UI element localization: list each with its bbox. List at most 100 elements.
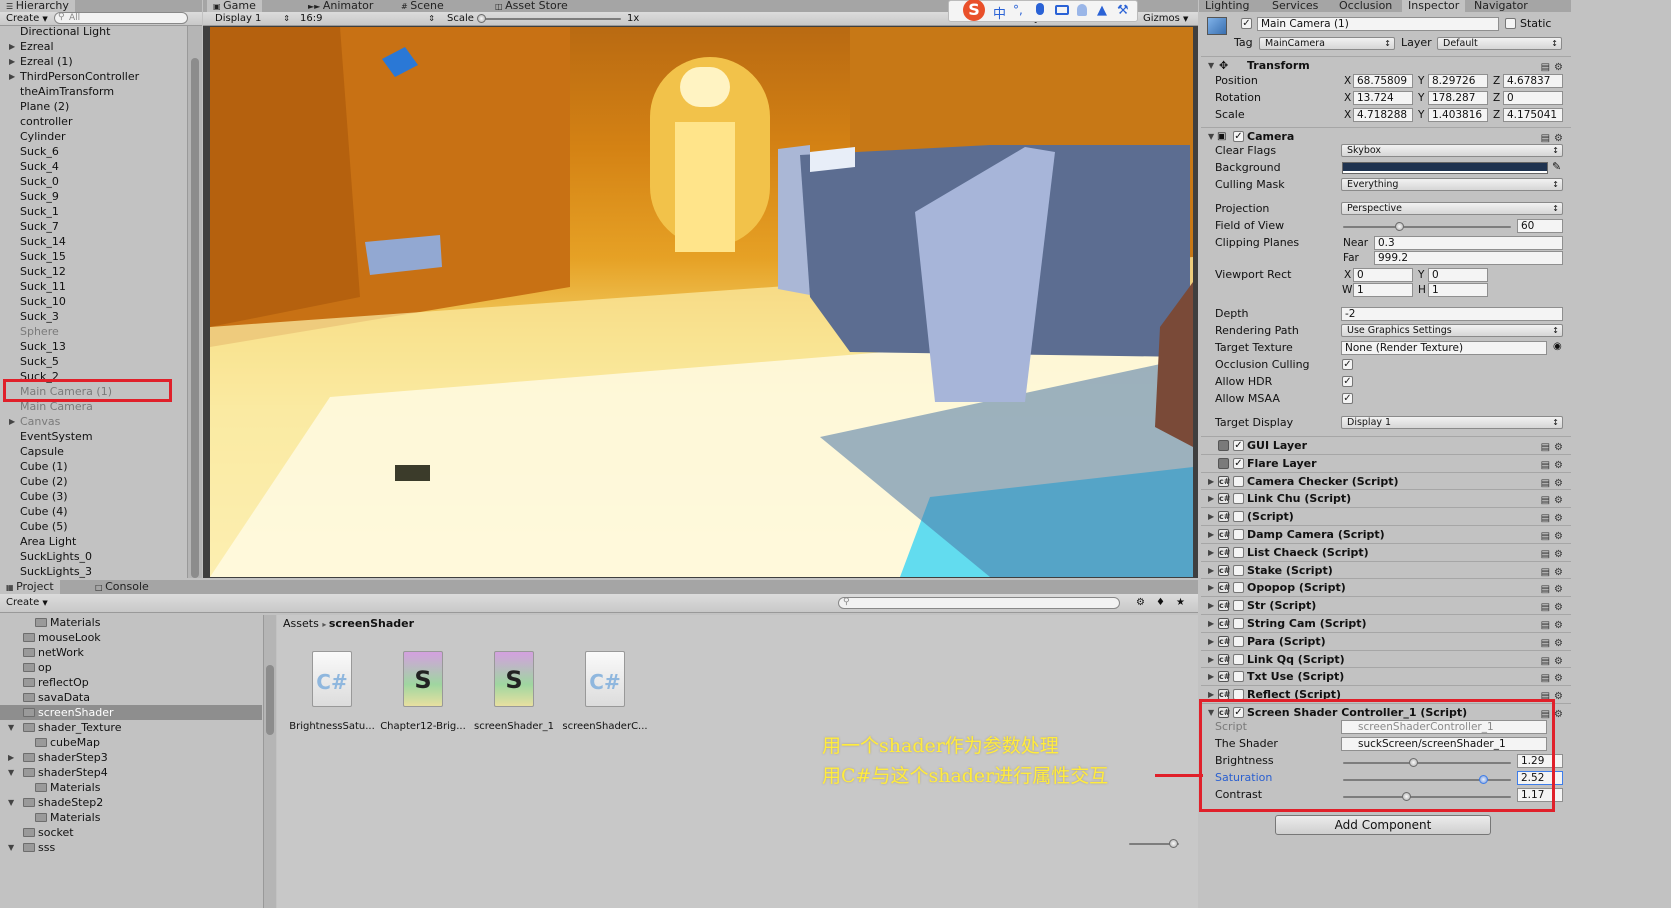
gameobject-name-field[interactable]: Main Camera (1) [1257, 17, 1499, 31]
tab-occlusion[interactable]: Occlusion [1339, 0, 1392, 12]
expand-arrow-icon[interactable]: ▶ [1208, 597, 1214, 614]
culling-mask-dropdown[interactable]: Everything [1341, 178, 1563, 191]
skin-icon[interactable]: ▲ [1097, 3, 1107, 18]
fov-slider-knob[interactable] [1395, 222, 1404, 231]
hierarchy-item[interactable]: ▶ Canvas [0, 414, 186, 429]
display-dropdown[interactable]: Display 1 ⇕ [211, 13, 293, 25]
component-enabled-checkbox[interactable]: ✓ [1233, 440, 1244, 451]
folder-item[interactable]: op [38, 660, 52, 675]
viewport-x-field[interactable]: 0 [1353, 268, 1413, 282]
hierarchy-item[interactable]: Sphere [0, 324, 186, 339]
expand-arrow-icon[interactable]: ▶ [1208, 651, 1214, 668]
component-header[interactable]: ▶ c# Damp Camera (Script) ▤⚙ [1201, 525, 1571, 542]
tab-project[interactable]: ▦ Project [0, 580, 60, 594]
component-enabled-checkbox[interactable] [1233, 600, 1244, 612]
fov-slider[interactable] [1343, 226, 1511, 228]
project-create-button[interactable]: Create ▼ [2, 597, 52, 609]
expand-arrow-icon[interactable]: ▶ [1208, 526, 1214, 543]
component-header[interactable]: ▶ c# Txt Use (Script) ▤⚙ [1201, 667, 1571, 684]
tab-inspector[interactable]: Inspector [1402, 0, 1466, 12]
folder-item[interactable]: reflectOp [38, 675, 89, 690]
folder-item[interactable]: sss [38, 840, 55, 855]
folder-item[interactable]: netWork [38, 645, 84, 660]
component-enabled-checkbox[interactable]: ✓ [1233, 457, 1244, 469]
expand-arrow-icon[interactable]: ▶ [1208, 668, 1214, 685]
hierarchy-item[interactable]: Directional Light [0, 24, 186, 39]
hierarchy-scrollbar[interactable] [187, 26, 202, 578]
tab-game[interactable]: ▣ Game [207, 0, 262, 12]
folder-item[interactable]: cubeMap [50, 735, 100, 750]
hierarchy-item[interactable]: SuckLights_3 [0, 564, 186, 578]
tag-dropdown[interactable]: MainCamera [1259, 37, 1395, 50]
asset-item[interactable]: S Chapter12-Brig... [373, 651, 473, 732]
tab-services[interactable]: Services [1272, 0, 1318, 12]
expand-arrow-icon[interactable]: ▼ [8, 721, 14, 734]
component-header[interactable]: ▶ c# Opopop (Script) ▤⚙ [1201, 578, 1571, 595]
static-checkbox[interactable] [1505, 18, 1516, 29]
ime-logo[interactable]: S [963, 0, 985, 21]
camera-enabled-checkbox[interactable]: ✓ [1233, 131, 1244, 142]
folder-item[interactable]: Materials [50, 615, 100, 630]
expand-arrow-icon[interactable]: ▶ [1208, 544, 1214, 561]
tab-console[interactable]: □ Console [95, 580, 149, 594]
expand-arrow-icon[interactable]: ▼ [8, 796, 14, 809]
folder-item[interactable]: shaderStep4 [38, 765, 108, 780]
tools-icon[interactable]: ⚒ [1117, 3, 1129, 18]
hierarchy-search-input[interactable]: ⚲ All [54, 12, 188, 24]
tab-hierarchy[interactable]: ☰ Hierarchy [0, 0, 75, 12]
scale-y-field[interactable]: 1.403816 [1428, 108, 1488, 122]
expand-arrow-icon[interactable]: ▶ [9, 39, 15, 54]
hierarchy-scroll-thumb[interactable] [191, 58, 199, 578]
hierarchy-item[interactable]: Suck_1 [0, 204, 186, 219]
layer-dropdown[interactable]: Default [1437, 37, 1562, 50]
hierarchy-item[interactable]: Suck_12 [0, 264, 186, 279]
hierarchy-item[interactable]: Suck_6 [0, 144, 186, 159]
hierarchy-item[interactable]: Cube (5) [0, 519, 186, 534]
component-enabled-checkbox[interactable] [1233, 618, 1244, 629]
component-enabled-checkbox[interactable] [1233, 635, 1244, 647]
folder-item[interactable]: savaData [38, 690, 90, 705]
scale-slider[interactable] [481, 18, 621, 20]
expand-arrow-icon[interactable]: ▶ [1208, 508, 1214, 525]
tab-asset-store[interactable]: ◫ Asset Store [495, 0, 568, 12]
hierarchy-item[interactable]: Suck_14 [0, 234, 186, 249]
position-y-field[interactable]: 8.29726 [1428, 74, 1488, 88]
expand-arrow-icon[interactable]: ▶ [1208, 615, 1214, 632]
hierarchy-item[interactable]: Suck_10 [0, 294, 186, 309]
component-enabled-checkbox[interactable] [1233, 546, 1244, 558]
eyedropper-icon[interactable]: ✎ [1552, 160, 1561, 173]
viewport-h-field[interactable]: 1 [1428, 283, 1488, 297]
component-header[interactable]: ✓ GUI Layer ▤⚙ [1201, 436, 1571, 453]
allow-msaa-checkbox[interactable]: ✓ [1342, 393, 1353, 404]
hierarchy-item[interactable]: ▶ Ezreal (1) [0, 54, 186, 69]
near-field[interactable]: 0.3 [1374, 236, 1563, 250]
hierarchy-item[interactable]: Cube (3) [0, 489, 186, 504]
icon-size-slider-knob[interactable] [1169, 839, 1178, 848]
expand-arrow-icon[interactable]: ▶ [1208, 473, 1214, 490]
component-enabled-checkbox[interactable] [1233, 493, 1244, 505]
filter-label-icon[interactable]: ♦ [1152, 597, 1169, 609]
folder-item[interactable]: mouseLook [38, 630, 101, 645]
hierarchy-item[interactable]: EventSystem [0, 429, 186, 444]
camera-header[interactable]: ▼ ▣ ✓ Camera ▤⚙ [1201, 127, 1571, 144]
component-header[interactable]: ▶ c# Stake (Script) ▤⚙ [1201, 560, 1571, 578]
folder-item[interactable]: shadeStep2 [38, 795, 103, 810]
tab-lighting[interactable]: Lighting [1205, 0, 1249, 12]
hierarchy-item[interactable]: Suck_3 [0, 309, 186, 324]
expand-arrow-icon[interactable]: ▶ [9, 414, 15, 429]
hierarchy-item[interactable]: ▶ ThirdPersonController [0, 69, 186, 84]
hierarchy-item[interactable]: Suck_15 [0, 249, 186, 264]
hierarchy-item[interactable]: SuckLights_0 [0, 549, 186, 564]
component-header[interactable]: ▶ c# String Cam (Script) ▤⚙ [1201, 614, 1571, 631]
tab-navigator[interactable]: Navigator [1474, 0, 1528, 12]
hierarchy-item[interactable]: theAimTransform [0, 84, 186, 99]
viewport-w-field[interactable]: 1 [1353, 283, 1413, 297]
folder-item[interactable]: shader_Texture [38, 720, 121, 735]
ime-language[interactable]: 中 [993, 3, 1006, 22]
hierarchy-item[interactable]: Cube (2) [0, 474, 186, 489]
component-header[interactable]: ▶ c# List Chaeck (Script) ▤⚙ [1201, 542, 1571, 561]
component-enabled-checkbox[interactable] [1233, 529, 1244, 540]
breadcrumb-current[interactable]: screenShader [329, 617, 414, 630]
target-display-dropdown[interactable]: Display 1 [1341, 416, 1563, 429]
add-component-button[interactable]: Add Component [1275, 815, 1491, 835]
